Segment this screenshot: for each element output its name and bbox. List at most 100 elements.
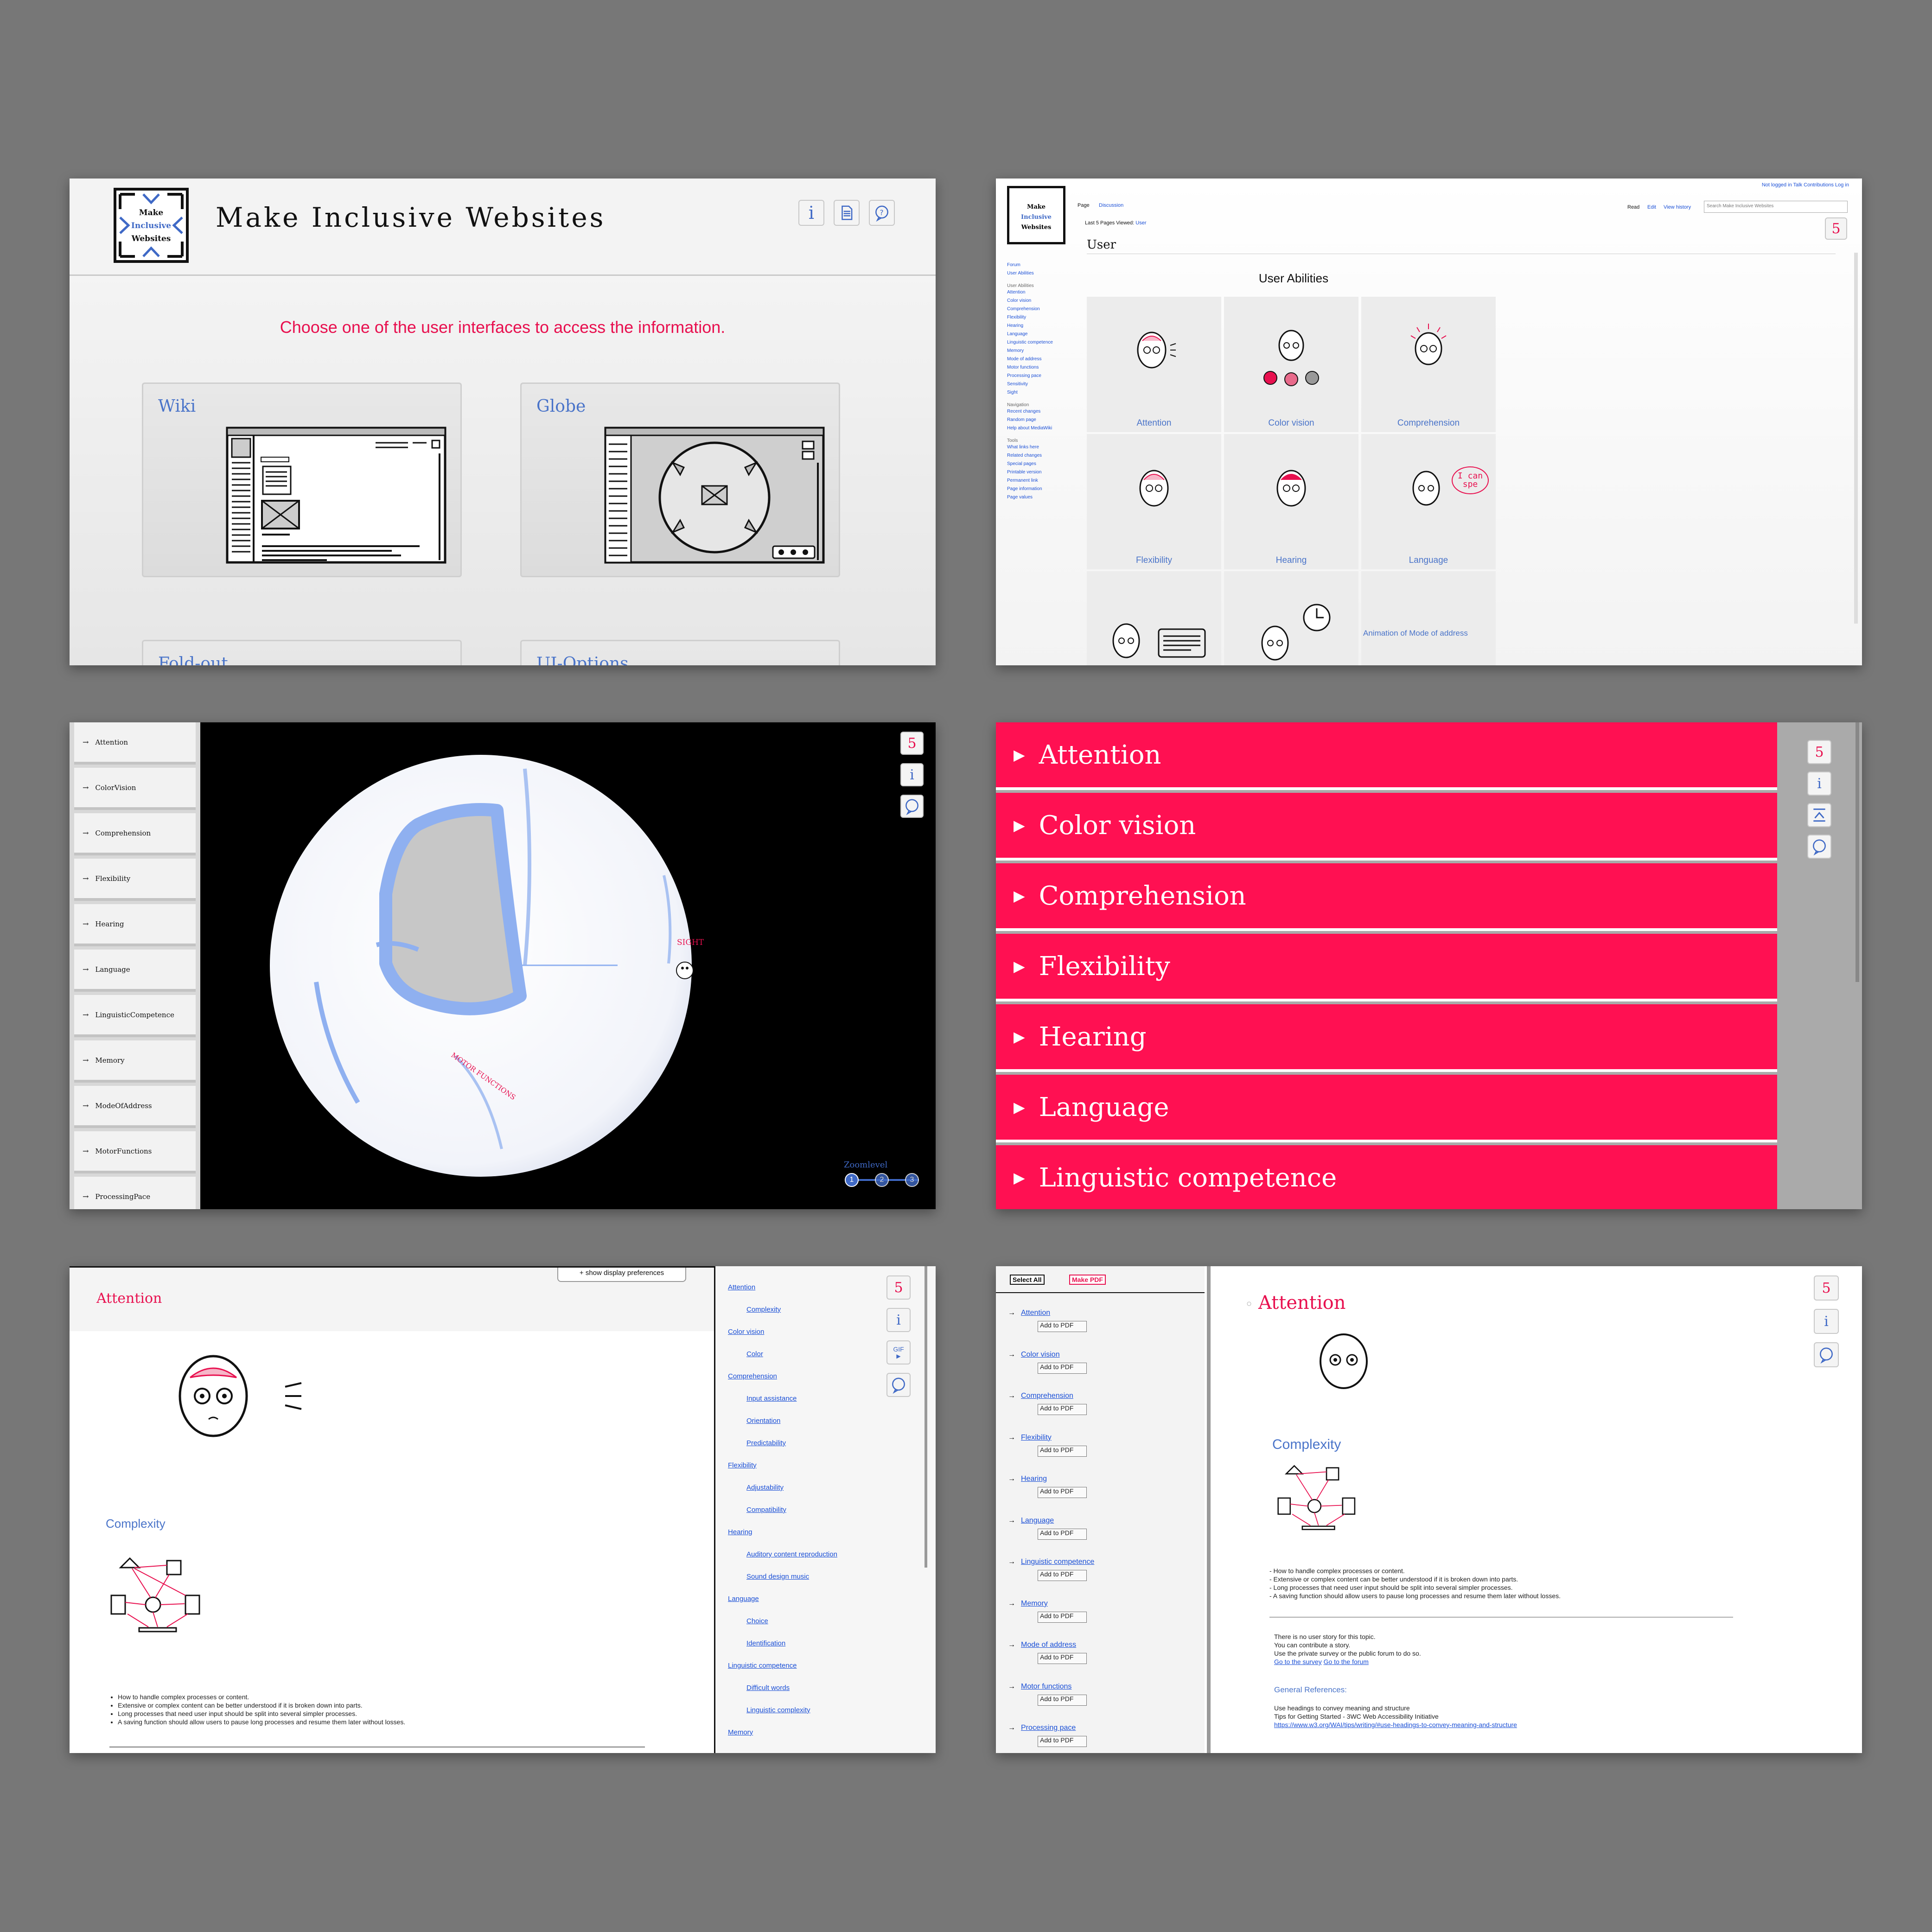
document-button[interactable] — [834, 200, 860, 226]
gif-toggle-button[interactable]: GIF ▶ — [886, 1340, 911, 1365]
show-display-preferences-button[interactable]: + show display preferences — [557, 1266, 686, 1282]
toc-link[interactable]: Difficult words — [728, 1677, 867, 1699]
select-all-button[interactable]: Select All — [1010, 1275, 1045, 1285]
feedback-button[interactable] — [900, 795, 924, 818]
add-to-pdf-button[interactable]: Add to PDF — [1038, 1487, 1087, 1498]
add-to-pdf-button[interactable]: Add to PDF — [1038, 1611, 1087, 1623]
survey-link[interactable]: Go to the survey — [1274, 1658, 1322, 1665]
toc-link[interactable]: Adjustability — [728, 1477, 867, 1499]
globe-nav-item[interactable]: → Memory — [74, 1040, 196, 1083]
side-forum[interactable]: Forum — [1007, 261, 1077, 269]
toc-link[interactable]: Linguistic competence — [728, 1655, 867, 1677]
tab-discussion[interactable]: Discussion — [1099, 203, 1123, 208]
pdf-topic-link[interactable]: Linguistic competence — [1021, 1558, 1094, 1566]
accordion-item[interactable]: ▶ Attention — [996, 722, 1777, 790]
toc-link[interactable]: Predictability — [728, 1432, 867, 1454]
accordion-item[interactable]: ▶ Comprehension — [996, 863, 1777, 931]
info-button[interactable]: i — [1807, 772, 1831, 796]
add-to-pdf-button[interactable]: Add to PDF — [1038, 1445, 1087, 1457]
side-ability[interactable]: Motor functions — [1007, 363, 1077, 372]
add-to-pdf-button[interactable]: Add to PDF — [1038, 1321, 1087, 1332]
toc-link[interactable]: Complexity — [728, 1299, 867, 1321]
side-ability[interactable]: Comprehension — [1007, 305, 1077, 313]
side-ability[interactable]: Hearing — [1007, 322, 1077, 330]
ability-card-linguistic[interactable] — [1087, 571, 1221, 665]
side-tool-link[interactable]: Related changes — [1007, 452, 1077, 460]
pdf-topic-link[interactable]: Language — [1021, 1517, 1054, 1524]
toc-link[interactable]: Memory — [728, 1722, 867, 1744]
add-to-pdf-button[interactable]: Add to PDF — [1038, 1362, 1087, 1374]
wiki-scrollbar[interactable] — [1854, 253, 1858, 624]
toc-link[interactable]: Auditory content reproduction — [728, 1543, 867, 1566]
pdf-topic-link[interactable]: Flexibility — [1021, 1434, 1052, 1441]
tab-page[interactable]: Page — [1078, 203, 1090, 208]
breadcrumb-link[interactable]: User — [1135, 220, 1146, 226]
feedback-button[interactable]: ? — [869, 200, 895, 226]
globe-nav-item[interactable]: → Flexibility — [74, 859, 196, 901]
pdf-topic-link[interactable]: Color vision — [1021, 1351, 1060, 1358]
tab-edit[interactable]: Edit — [1647, 204, 1656, 210]
toc-link[interactable]: Sound design music — [728, 1566, 867, 1588]
side-ability[interactable]: Memory — [1007, 347, 1077, 355]
side-ability[interactable]: Linguistic competence — [1007, 338, 1077, 347]
toc-link[interactable]: Attention — [728, 1276, 867, 1299]
pdf-sidebar-scrollbar[interactable] — [1207, 1266, 1211, 1753]
html5-button[interactable]: 5 — [1825, 217, 1847, 240]
info-button[interactable]: i — [1814, 1309, 1839, 1334]
accordion-item[interactable]: ▶ Color vision — [996, 793, 1777, 861]
globe-label-sight[interactable]: SIGHT — [677, 938, 704, 947]
add-to-pdf-button[interactable]: Add to PDF — [1038, 1404, 1087, 1415]
ref-url-link[interactable]: https://www.w3.org/WAI/tips/writing/#use… — [1274, 1721, 1517, 1729]
toc-link[interactable]: Hearing — [728, 1521, 867, 1543]
site-logo[interactable]: Make Inclusive Websites — [114, 188, 189, 263]
html5-button[interactable]: 5 — [886, 1275, 911, 1300]
globe-nav-item[interactable]: → Attention — [74, 722, 196, 765]
pdf-topic-link[interactable]: Processing pace — [1021, 1724, 1076, 1732]
toc-link[interactable]: Compatibility — [728, 1499, 867, 1521]
info-button[interactable]: i — [886, 1308, 911, 1332]
add-to-pdf-button[interactable]: Add to PDF — [1038, 1694, 1087, 1706]
accordion-item[interactable]: ▶ Hearing — [996, 1004, 1777, 1072]
toc-link[interactable]: Color — [728, 1343, 867, 1365]
side-ability[interactable]: Sight — [1007, 389, 1077, 397]
globe-nav-item[interactable]: → ColorVision — [74, 768, 196, 810]
globe-nav-item[interactable]: → Hearing — [74, 904, 196, 946]
ability-card-attention[interactable]: Attention — [1087, 297, 1221, 432]
toc-link[interactable]: Comprehension — [728, 1365, 867, 1388]
feedback-button[interactable] — [1807, 835, 1831, 859]
add-to-pdf-button[interactable]: Add to PDF — [1038, 1736, 1087, 1747]
pdf-topic-link[interactable]: Comprehension — [1021, 1392, 1073, 1400]
side-tool-link[interactable]: Permanent link — [1007, 477, 1077, 485]
side-user-abilities[interactable]: User Abilities — [1007, 269, 1077, 278]
feedback-button[interactable] — [886, 1373, 911, 1397]
side-ability[interactable]: Attention — [1007, 288, 1077, 297]
ability-card-language[interactable]: I can spe Language — [1361, 434, 1496, 569]
foldout-scrollbar[interactable] — [1855, 722, 1859, 982]
ability-card-hearing[interactable]: Hearing — [1224, 434, 1358, 569]
toc-link[interactable]: Flexibility — [728, 1454, 867, 1477]
globe-nav-item[interactable]: → Language — [74, 950, 196, 992]
globe-card[interactable]: Globe — [520, 383, 840, 577]
wiki-search-input[interactable]: Search Make Inclusive Websites — [1704, 201, 1848, 213]
side-nav-link[interactable]: Random page — [1007, 416, 1077, 424]
html5-button[interactable]: 5 — [1814, 1275, 1839, 1301]
globe-nav-item[interactable]: → LinguisticCompetence — [74, 995, 196, 1037]
ability-card-memory[interactable] — [1224, 571, 1358, 665]
info-button[interactable]: i — [798, 200, 824, 226]
uioptions-card[interactable]: UI-Options — [520, 640, 840, 665]
ability-card-color-vision[interactable]: Color vision — [1224, 297, 1358, 432]
html5-button[interactable]: 5 — [1807, 740, 1831, 764]
globe-nav-item[interactable]: → ModeOfAddress — [74, 1086, 196, 1128]
side-nav-link[interactable]: Help about MediaWiki — [1007, 424, 1077, 433]
wiki-user-links[interactable]: Not logged in Talk Contributions Log in — [1762, 182, 1849, 188]
tab-view-history[interactable]: View history — [1664, 204, 1691, 210]
globe-nav-item[interactable]: → Comprehension — [74, 813, 196, 855]
forum-link[interactable]: Go to the forum — [1324, 1658, 1369, 1665]
make-pdf-button[interactable]: Make PDF — [1069, 1275, 1106, 1285]
zoom-level-3[interactable]: 3 — [905, 1173, 919, 1187]
side-ability[interactable]: Language — [1007, 330, 1077, 338]
globe-canvas[interactable]: SIGHT MOTOR FUNCTIONS — [200, 722, 936, 1209]
pdf-topic-link[interactable]: Motor functions — [1021, 1683, 1071, 1690]
add-to-pdf-button[interactable]: Add to PDF — [1038, 1653, 1087, 1664]
side-ability[interactable]: Mode of address — [1007, 355, 1077, 363]
